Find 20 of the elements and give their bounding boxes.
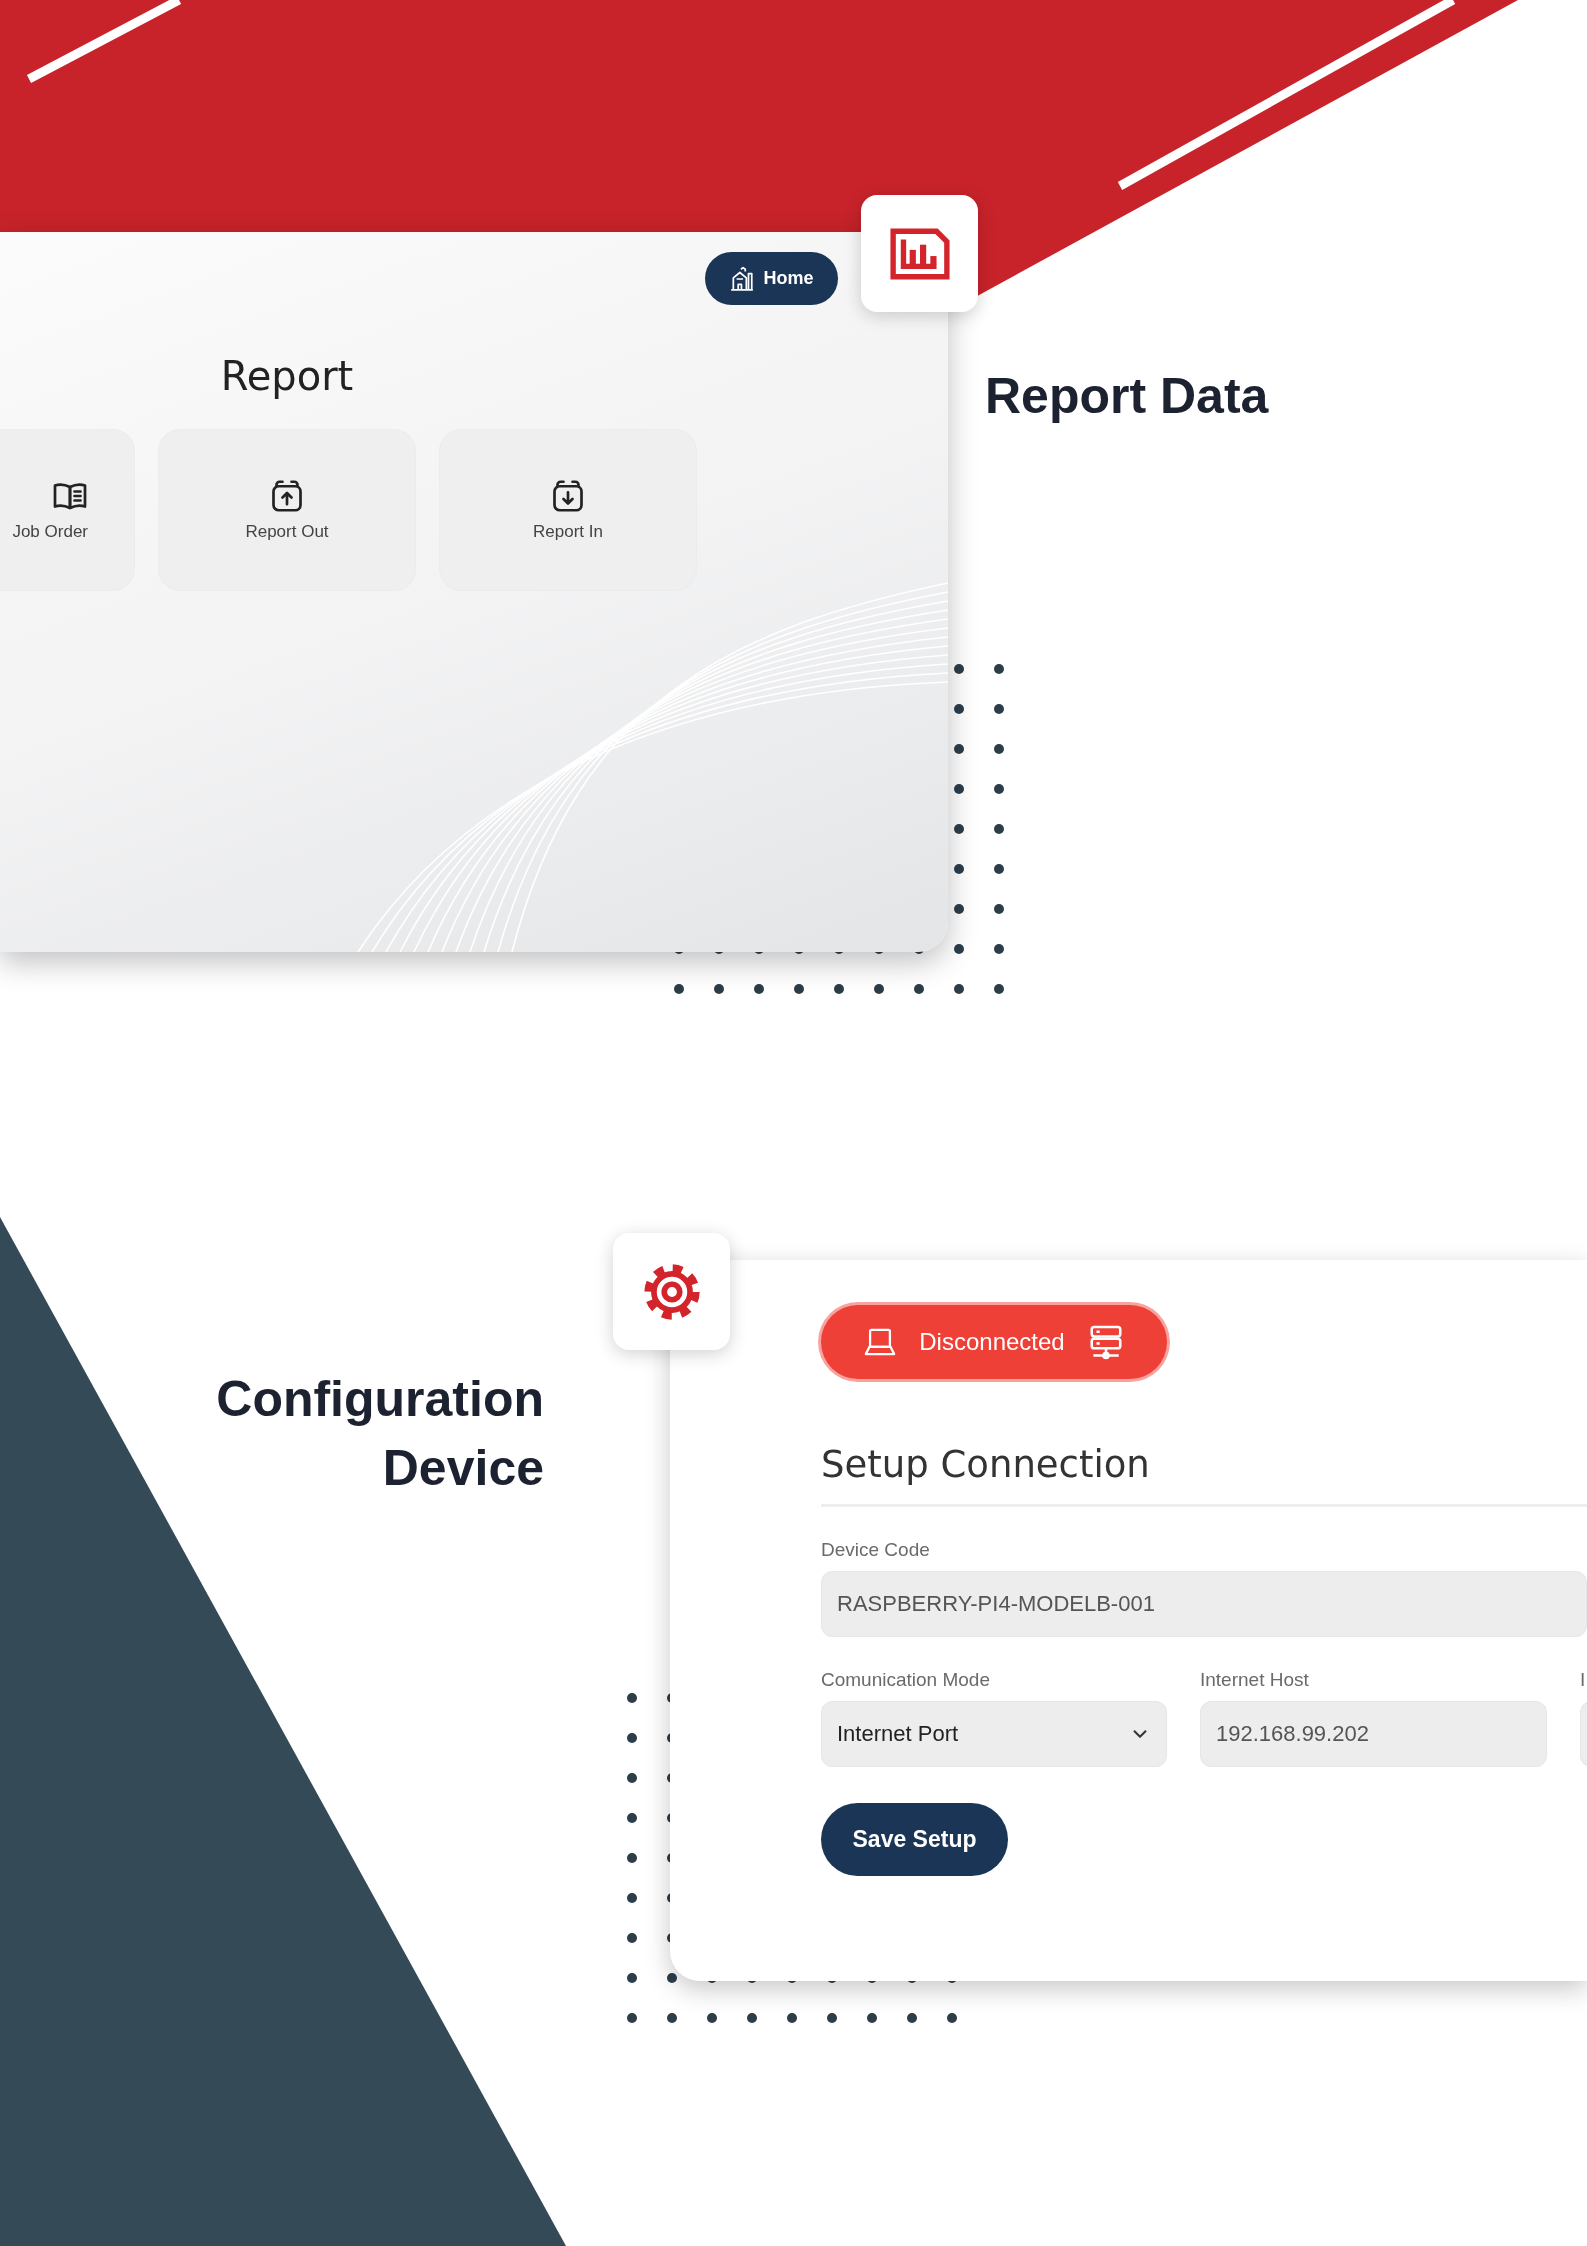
field-label: Device Code: [821, 1539, 930, 1561]
menu-tile[interactable]: Job Order: [0, 429, 135, 591]
section-title: Configuration Device: [215, 1370, 544, 1498]
field-label: Comunication Mode: [821, 1669, 990, 1691]
section-title: Report Data: [985, 367, 1269, 426]
menu-tile[interactable]: Report Out: [158, 429, 416, 591]
section-heading: Setup Connection: [821, 1443, 1587, 1507]
input-field[interactable]: RASPBERRY-PI4-MODELB-001: [821, 1571, 1587, 1637]
download-icon: [550, 478, 586, 514]
home-icon: [729, 265, 756, 292]
field-label: Internet Host: [1200, 1669, 1309, 1691]
upload-icon: [269, 478, 305, 514]
home-button[interactable]: Home: [705, 252, 838, 305]
status-label: Disconnected: [919, 1328, 1065, 1356]
menu-tile[interactable]: Report In: [439, 429, 697, 591]
field-label: I: [1580, 1669, 1586, 1691]
save-button[interactable]: Save Setup: [821, 1803, 1008, 1876]
dropdown-field[interactable]: Internet Port: [821, 1701, 1167, 1767]
input-field[interactable]: 192.168.99.202: [1200, 1701, 1547, 1767]
screen-heading: Report: [219, 353, 355, 399]
